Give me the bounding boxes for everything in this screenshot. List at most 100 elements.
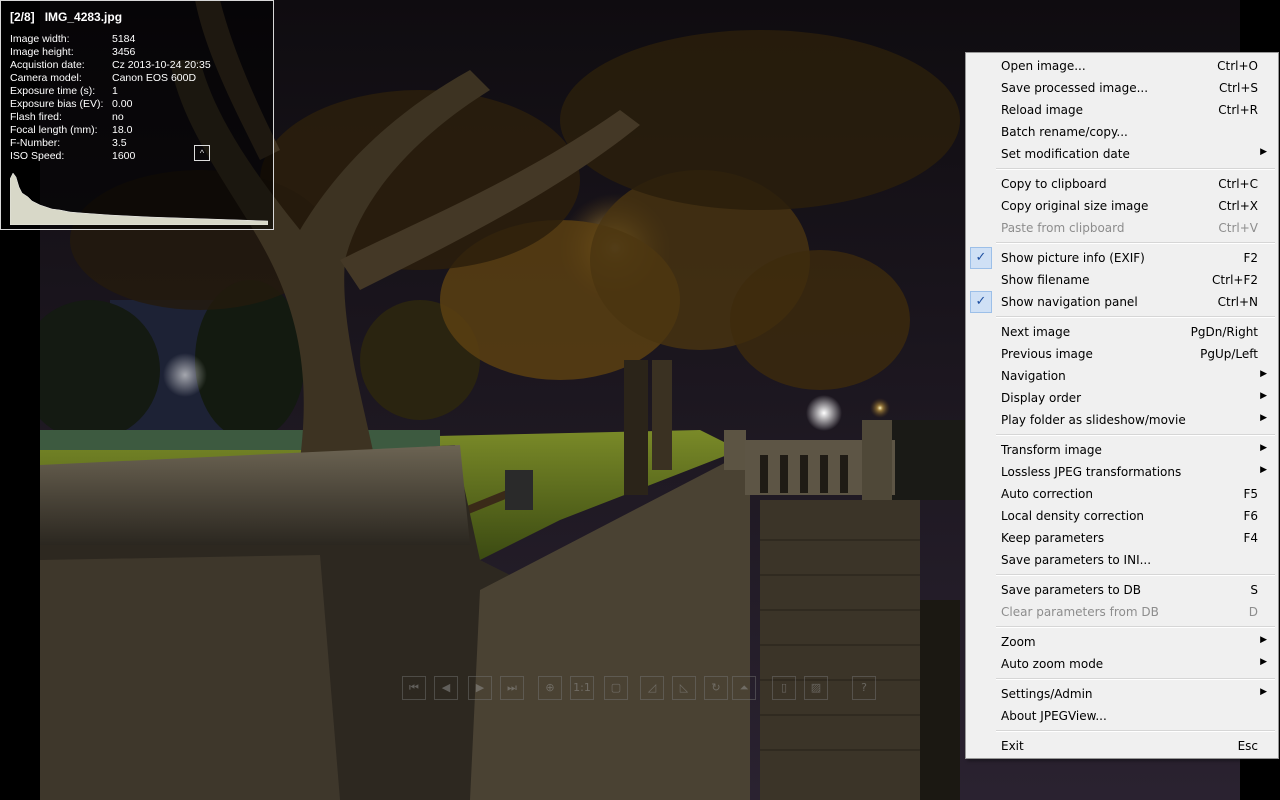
menu-item-label: Save parameters to DB (1001, 583, 1142, 597)
image-counter: [2/8] (10, 10, 35, 24)
menu-separator (996, 434, 1275, 436)
context-menu: Open image... Ctrl+O Save processed image.… (965, 52, 1279, 759)
menu-item-shortcut: F6 (1243, 509, 1258, 523)
help-icon[interactable]: ? (852, 676, 876, 700)
actual-size-icon[interactable]: 1:1 (570, 676, 594, 700)
last-image-icon[interactable]: ⏭ (500, 676, 524, 700)
image-filename: IMG_4283.jpg (44, 10, 123, 24)
menu-separator (996, 730, 1275, 732)
exif-row: Exposure time (s): 1 (10, 85, 270, 98)
menu-item-shortcut: PgUp/Left (1200, 347, 1258, 361)
menu-item-previous-image[interactable]: Previous image PgUp/Left (968, 343, 1276, 365)
exif-key: Image width: (10, 33, 70, 45)
menu-item-label: Previous image (1001, 347, 1093, 361)
menu-item-auto-zoom-mode[interactable]: Auto zoom mode ▶ (968, 653, 1276, 675)
menu-item-label: Open image... (1001, 59, 1086, 73)
exif-key: Flash fired: (10, 111, 62, 123)
first-image-icon[interactable]: ⏮ (402, 676, 426, 700)
exif-key: Image height: (10, 46, 74, 58)
exif-row: Acquistion date: Cz 2013-10-24 20:35 (10, 59, 270, 72)
menu-item-set-modification-date[interactable]: Set modification date ▶ (968, 143, 1276, 165)
menu-item-shortcut: D (1248, 605, 1258, 619)
menu-item-save-processed-image[interactable]: Save processed image... Ctrl+S (968, 77, 1276, 99)
exif-key: ISO Speed: (10, 150, 65, 162)
menu-item-shortcut: Ctrl+S (1218, 81, 1258, 95)
menu-separator (996, 316, 1275, 318)
menu-item-lossless-jpeg-transformations[interactable]: Lossless JPEG transformations ▶ (968, 461, 1276, 483)
menu-item-transform-image[interactable]: Transform image ▶ (968, 439, 1276, 461)
menu-item-navigation[interactable]: Navigation ▶ (968, 365, 1276, 387)
menu-separator (996, 168, 1275, 170)
exif-value: 1600 (112, 150, 136, 162)
submenu-arrow-icon: ▶ (1260, 687, 1267, 697)
menu-item-settings-admin[interactable]: Settings/Admin ▶ (968, 683, 1276, 705)
exif-row: Exposure bias (EV): 0.00 (10, 98, 270, 111)
previous-image-icon[interactable]: ◀ (434, 676, 458, 700)
menu-item-display-order[interactable]: Display order ▶ (968, 387, 1276, 409)
rotate-icon[interactable]: ↻ (704, 676, 728, 700)
exif-value: Cz 2013-10-24 20:35 (112, 59, 211, 71)
exif-value: 0.00 (112, 98, 133, 110)
menu-item-label: Show navigation panel (1001, 295, 1138, 309)
menu-item-label: Set modification date (1001, 147, 1130, 161)
menu-item-shortcut: Ctrl+R (1218, 103, 1258, 117)
menu-item-play-folder-as-slideshow-movie[interactable]: Play folder as slideshow/movie ▶ (968, 409, 1276, 431)
menu-item-label: Exit (1001, 739, 1024, 753)
exif-row: Flash fired: no (10, 111, 270, 124)
menu-item-auto-correction[interactable]: Auto correction F5 (968, 483, 1276, 505)
menu-item-next-image[interactable]: Next image PgDn/Right (968, 321, 1276, 343)
menu-item-shortcut: Ctrl+X (1218, 199, 1258, 213)
menu-item-shortcut: F2 (1243, 251, 1258, 265)
exif-rows: Image width: 5184 Image height: 3456 Acquist… (10, 33, 270, 163)
menu-separator (996, 242, 1275, 244)
menu-item-label: Clear parameters from DB (1001, 605, 1159, 619)
menu-item-show-navigation-panel[interactable]: ✓ Show navigation panel Ctrl+N (968, 291, 1276, 313)
menu-item-label: Show picture info (EXIF) (1001, 251, 1145, 265)
submenu-arrow-icon: ▶ (1260, 369, 1267, 379)
menu-item-batch-rename-copy[interactable]: Batch rename/copy... (968, 121, 1276, 143)
perspective-icon[interactable]: ⏶ (732, 676, 756, 700)
menu-item-shortcut: Esc (1237, 739, 1258, 753)
menu-item-label: Transform image (1001, 443, 1102, 457)
menu-item-local-density-correction[interactable]: Local density correction F6 (968, 505, 1276, 527)
submenu-arrow-icon: ▶ (1260, 391, 1267, 401)
exif-row: ISO Speed: 1600 (10, 150, 270, 163)
menu-item-label: Display order (1001, 391, 1082, 405)
menu-item-shortcut: Ctrl+N (1217, 295, 1258, 309)
show-info-icon[interactable]: ▯ (772, 676, 796, 700)
menu-item-show-filename[interactable]: Show filename Ctrl+F2 (968, 269, 1276, 291)
exif-value: 3456 (112, 46, 136, 58)
menu-item-save-parameters-to-ini[interactable]: Save parameters to INI... (968, 549, 1276, 571)
exif-value: 18.0 (112, 124, 133, 136)
fit-window-icon[interactable]: ▢ (604, 676, 628, 700)
menu-item-save-parameters-to-db[interactable]: Save parameters to DB S (968, 579, 1276, 601)
keep-params-icon[interactable]: ▨ (804, 676, 828, 700)
menu-item-label: Auto correction (1001, 487, 1093, 501)
menu-item-reload-image[interactable]: Reload image Ctrl+R (968, 99, 1276, 121)
menu-item-keep-parameters[interactable]: Keep parameters F4 (968, 527, 1276, 549)
menu-item-paste-from-clipboard: Paste from clipboard Ctrl+V (968, 217, 1276, 239)
menu-item-open-image[interactable]: Open image... Ctrl+O (968, 55, 1276, 77)
menu-item-copy-original-size-image[interactable]: Copy original size image Ctrl+X (968, 195, 1276, 217)
menu-item-label: Zoom (1001, 635, 1036, 649)
checkmark-icon: ✓ (970, 247, 992, 269)
exif-key: F-Number: (10, 137, 61, 149)
collapse-info-icon[interactable]: ^ (194, 145, 210, 161)
exif-key: Exposure time (s): (10, 85, 96, 97)
rotate-right-lossless-icon[interactable]: ◺ (672, 676, 696, 700)
exif-row: F-Number: 3.5 (10, 137, 270, 150)
exif-row: Image height: 3456 (10, 46, 270, 59)
menu-item-zoom[interactable]: Zoom ▶ (968, 631, 1276, 653)
menu-item-exit[interactable]: Exit Esc (968, 735, 1276, 757)
menu-item-label: Settings/Admin (1001, 687, 1093, 701)
menu-item-shortcut: Ctrl+V (1218, 221, 1258, 235)
menu-item-shortcut: Ctrl+O (1217, 59, 1258, 73)
next-image-icon[interactable]: ▶ (468, 676, 492, 700)
menu-item-about-jpegview[interactable]: About JPEGView... (968, 705, 1276, 727)
zoom-in-icon[interactable]: ⊕ (538, 676, 562, 700)
menu-item-show-picture-info-exif[interactable]: ✓ Show picture info (EXIF) F2 (968, 247, 1276, 269)
menu-item-copy-to-clipboard[interactable]: Copy to clipboard Ctrl+C (968, 173, 1276, 195)
menu-item-label: Copy original size image (1001, 199, 1149, 213)
rotate-left-lossless-icon[interactable]: ◿ (640, 676, 664, 700)
submenu-arrow-icon: ▶ (1260, 443, 1267, 453)
